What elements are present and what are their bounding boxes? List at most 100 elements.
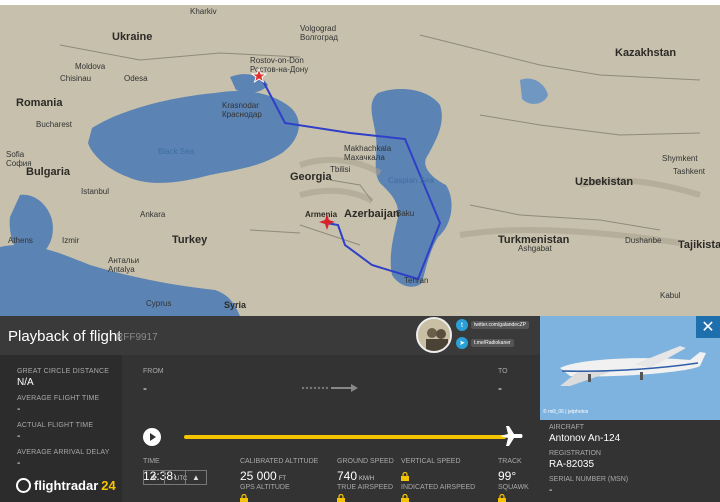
watermark-avatar	[416, 317, 452, 353]
radar-logo-icon	[16, 478, 31, 493]
map-label-georgia: Georgia	[290, 171, 332, 183]
squawk-label: SQUAWK	[498, 484, 529, 491]
serial-number-label: SERIAL NUMBER (MSN)	[549, 476, 629, 483]
map-label-kharkiv: Kharkiv	[190, 7, 217, 16]
route-icon[interactable]: ⌇	[164, 470, 186, 485]
twitter-icon: t	[456, 319, 468, 331]
great-circle-value: N/A	[17, 377, 34, 388]
map-label-krasnodar-ru: Краснодар	[222, 110, 262, 119]
map-label-antalya-ru: Антальи	[108, 256, 140, 265]
map-label-antalya: Antalya	[108, 265, 135, 274]
map-label-tbilisi: Tbilisi	[330, 165, 351, 174]
map-label-makhachkala-ru: Махачкала	[344, 153, 385, 162]
registration-label: REGISTRATION	[549, 450, 601, 457]
map-label-romania: Romania	[16, 97, 63, 109]
aircraft-position-icon[interactable]	[318, 213, 336, 231]
map-label-izmir: Izmir	[62, 236, 80, 245]
vertical-speed-label: VERTICAL SPEED	[401, 458, 461, 465]
to-label: TO	[498, 368, 508, 375]
actual-flight-time-value: -	[17, 431, 21, 442]
from-value: -	[143, 381, 147, 395]
registration-value: RA-82035	[549, 459, 595, 470]
map-label-moldova: Moldova	[75, 62, 106, 71]
lock-icon	[401, 472, 409, 481]
avg-arrival-delay-value: -	[17, 458, 21, 469]
true-airspeed-label: TRUE AIRSPEED	[337, 484, 394, 491]
map-label-volgograd: Volgograd	[300, 24, 337, 33]
map-label-rostov: Rostov-on-Don	[250, 56, 304, 65]
playback-slider[interactable]	[184, 435, 506, 439]
avg-flight-time-value: -	[17, 404, 21, 415]
playback-panel: Playback of flight RFF9917 t twitter.com…	[0, 316, 540, 502]
play-button[interactable]	[143, 428, 161, 446]
aircraft-value: Antonov An-124	[549, 433, 621, 444]
map-label-turkey: Turkey	[172, 234, 208, 246]
serial-number-value: -	[549, 485, 553, 496]
actual-flight-time-label: ACTUAL FLIGHT TIME	[17, 422, 94, 429]
map-label-cyprus: Cyprus	[146, 299, 172, 308]
map-label-shymkent: Shymkent	[662, 154, 698, 163]
lock-icon	[240, 494, 248, 502]
aircraft-photo[interactable]: ✕ © mill_06 | jetphotos	[540, 316, 720, 420]
map-label-makhachkala: Makhachkala	[344, 144, 392, 153]
map-label-kabul: Kabul	[660, 291, 681, 300]
flight-map[interactable]: Kharkiv Volgograd Волгоград Ukraine Kaza…	[0, 5, 720, 316]
track-value: 99°	[498, 469, 517, 483]
plane-icon[interactable]	[498, 423, 524, 449]
great-circle-label: GREAT CIRCLE DISTANCE	[17, 368, 110, 375]
ground-speed-label: GROUND SPEED	[337, 458, 394, 465]
map-label-tajikistan: Tajikistan	[678, 239, 720, 251]
map-label-ashgabat: Ashgabat	[518, 244, 552, 253]
map-label-kazakhstan: Kazakhstan	[615, 47, 677, 59]
ground-speed-value: 740 KM/H	[337, 469, 375, 483]
lock-icon	[401, 494, 409, 502]
map-label-bucharest: Bucharest	[36, 120, 73, 129]
photo-credit: © mill_06 | jetphotos	[543, 409, 589, 415]
map-label-caspian-sea: Caspian Sea	[388, 176, 434, 185]
map-label-black-sea: Black Sea	[158, 147, 195, 156]
gps-altitude-label: GPS ALTITUDE	[240, 484, 290, 491]
map-label-volgograd-ru: Волгоград	[300, 33, 338, 42]
close-button[interactable]: ✕	[696, 316, 720, 338]
indicated-airspeed-label: INDICATED AIRSPEED	[401, 484, 476, 491]
map-label-uzbekistan: Uzbekistan	[575, 176, 634, 188]
telegram-handle: ➤ t.me/Radiokaner	[456, 337, 514, 349]
calibrated-altitude-label: CALIBRATED ALTITUDE	[240, 458, 319, 465]
flight-id: RFF9917	[116, 332, 158, 343]
map-label-krasnodar: Krasnodar	[222, 101, 259, 110]
playback-title: Playback of flight	[8, 328, 122, 345]
aircraft-label: AIRCRAFT	[549, 424, 584, 431]
close-icon: ✕	[701, 319, 715, 336]
avg-flight-time-label: AVERAGE FLIGHT TIME	[17, 395, 100, 402]
play-icon	[150, 433, 156, 441]
playback-toolbar: ✥ ⌇ ▲	[143, 470, 207, 485]
avg-arrival-delay-label: AVERAGE ARRIVAL DELAY	[17, 449, 110, 456]
aircraft-panel: ✕ © mill_06 | jetphotos AIRCRAFT Antonov…	[540, 316, 720, 502]
ruler-icon[interactable]: ✥	[143, 470, 165, 485]
map-label-syria: Syria	[224, 300, 247, 310]
map-label-odesa: Odesa	[124, 74, 148, 83]
telegram-icon: ➤	[456, 337, 468, 349]
airport-marker-icon[interactable]	[251, 68, 267, 84]
flightradar24-logo[interactable]: flightradar 24	[16, 478, 116, 493]
time-label: TIME	[143, 458, 160, 465]
playback-header: Playback of flight RFF9917 t twitter.com…	[0, 316, 540, 355]
to-value: -	[498, 381, 502, 395]
terrain-icon[interactable]: ▲	[185, 470, 207, 485]
map-label-tashkent: Tashkent	[673, 167, 706, 176]
map-label-sofia: Sofia	[6, 150, 25, 159]
lock-icon	[337, 494, 345, 502]
from-label: FROM	[143, 368, 164, 375]
calibrated-altitude-value: 25 000 FT	[240, 469, 287, 483]
map-label-ankara: Ankara	[140, 210, 166, 219]
map-label-athens: Athens	[8, 236, 33, 245]
twitter-handle: t twitter.com/galandecZP	[456, 319, 529, 331]
map-label-dushanbe: Dushanbe	[625, 236, 662, 245]
map-label-chisinau: Chisinau	[60, 74, 92, 83]
map-label-tehran: Tehran	[404, 276, 429, 285]
flight-summary: GREAT CIRCLE DISTANCE N/A AVERAGE FLIGHT…	[0, 355, 122, 502]
map-label-baku: Baku	[396, 209, 415, 218]
track-label: TRACK	[498, 458, 522, 465]
map-label-bulgaria: Bulgaria	[26, 166, 71, 178]
map-label-azerbaijan: Azerbaijan	[344, 208, 400, 220]
